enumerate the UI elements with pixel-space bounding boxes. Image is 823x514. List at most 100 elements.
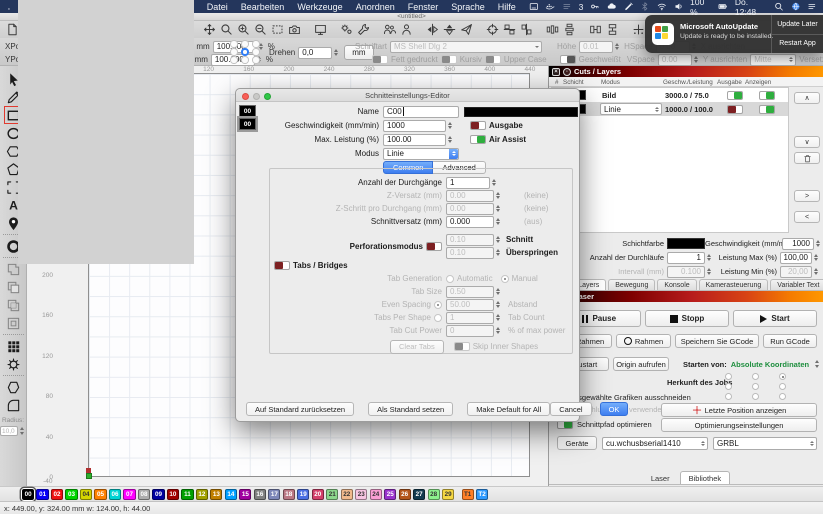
speed-stepper[interactable] xyxy=(814,238,822,250)
even-spacing-field[interactable]: 50.00 xyxy=(446,299,494,311)
notification-center-icon[interactable] xyxy=(807,1,817,12)
mode-select[interactable]: Linie xyxy=(383,148,459,160)
palette-chip-01[interactable]: 01 xyxy=(36,489,48,500)
zoffset-field[interactable]: 0.00 xyxy=(446,190,494,202)
panel-tab-konsole[interactable]: Konsole xyxy=(657,279,696,290)
bold-toggle[interactable] xyxy=(372,55,388,64)
tab-cut-power-stepper[interactable] xyxy=(494,325,502,337)
even-spacing-stepper[interactable] xyxy=(494,299,502,311)
start-from-stepper[interactable] xyxy=(813,358,821,370)
font-height-field[interactable]: 0.01 xyxy=(579,41,613,53)
layer-mode[interactable]: Bild xyxy=(602,91,616,100)
bool-subtract-icon[interactable] xyxy=(4,278,23,296)
palette-chip-29[interactable]: 29 xyxy=(442,489,454,500)
col-index[interactable]: # xyxy=(555,79,559,86)
palette-chip-17[interactable]: 17 xyxy=(268,489,280,500)
passes-stepper[interactable] xyxy=(490,177,498,189)
menu-clock[interactable]: Do. 12:48 xyxy=(735,0,767,17)
layer-color-button[interactable] xyxy=(667,238,705,249)
port-select[interactable]: cu.wchusbserial1410 xyxy=(602,437,708,450)
docker-icon[interactable] xyxy=(545,1,555,12)
kerf-stepper[interactable] xyxy=(494,216,502,228)
frame-circle-button[interactable]: Rahmen xyxy=(616,334,671,348)
font-select[interactable]: MS Shell Dlg 2 xyxy=(390,41,542,53)
layer-down-button[interactable]: ∨ xyxy=(794,136,820,148)
tab-gen-automatic-radio[interactable] xyxy=(446,275,454,283)
tab-size-stepper[interactable] xyxy=(494,286,502,298)
tab-size-field[interactable]: 0.50 xyxy=(446,286,494,298)
interval-field[interactable]: 0.100 xyxy=(667,266,705,278)
menu-sprache[interactable]: Sprache xyxy=(451,2,485,12)
vspace-field[interactable]: 0.00 xyxy=(658,54,692,66)
ok-button[interactable]: OK xyxy=(600,402,629,416)
cloud-icon[interactable] xyxy=(607,1,617,12)
pmax-stepper[interactable] xyxy=(812,252,820,264)
array-grid-icon[interactable] xyxy=(4,337,23,355)
output-toggle[interactable] xyxy=(470,121,486,130)
user-icon[interactable] xyxy=(398,22,415,37)
perforation-skip-field[interactable]: 0.10 xyxy=(446,247,494,259)
palette-chip-08[interactable]: 08 xyxy=(138,489,150,500)
gears-icon[interactable] xyxy=(338,22,355,37)
palette-chip-12[interactable]: 12 xyxy=(196,489,208,500)
pmin-stepper[interactable] xyxy=(812,266,820,278)
round-corner-icon[interactable] xyxy=(4,396,23,414)
dist-v-icon[interactable] xyxy=(561,22,578,37)
palette-chip-15[interactable]: 15 xyxy=(239,489,251,500)
col-layer[interactable]: Schicht xyxy=(563,79,584,86)
save-gcode-button[interactable]: Speichern Sie GCode xyxy=(675,334,759,348)
palette-chip-27[interactable]: 27 xyxy=(413,489,425,500)
uppercase-toggle[interactable] xyxy=(485,55,501,64)
cuts-layers-header[interactable]: × ◦ Cuts / Layers xyxy=(549,66,823,77)
panel-tab-bewegung[interactable]: Bewegung xyxy=(608,279,655,290)
bluetooth-icon[interactable] xyxy=(640,1,650,12)
dlg-maxpower-stepper[interactable] xyxy=(446,134,454,146)
squash-v-icon[interactable] xyxy=(604,22,621,37)
zoom-in-icon[interactable] xyxy=(235,22,252,37)
set-default-button[interactable]: Als Standard setzen xyxy=(368,402,453,416)
palette-chip-23[interactable]: 23 xyxy=(355,489,367,500)
key-icon[interactable] xyxy=(590,1,600,12)
tab-gen-manual-radio[interactable] xyxy=(501,275,509,283)
palette-chip-21[interactable]: 21 xyxy=(326,489,338,500)
perforation-cut-field[interactable]: 0.10 xyxy=(446,234,494,246)
zoom-icon[interactable] xyxy=(218,22,235,37)
devices-button[interactable]: Geräte xyxy=(557,436,597,450)
col-output[interactable]: Ausgabe xyxy=(717,79,742,86)
wifi-icon[interactable] xyxy=(657,1,667,12)
dialog-layer-color-bar[interactable] xyxy=(464,107,578,117)
vspace-stepper[interactable] xyxy=(692,54,700,66)
palette-chip-26[interactable]: 26 xyxy=(399,489,411,500)
tabs-bridges-toggle[interactable] xyxy=(274,261,290,270)
start-button[interactable]: Start xyxy=(733,310,817,327)
spotlight-search-icon[interactable] xyxy=(774,1,784,12)
palette-chip-03[interactable]: 03 xyxy=(65,489,77,500)
yalign-select[interactable]: Mitte xyxy=(750,54,796,66)
stop-button[interactable]: Stopp xyxy=(645,310,729,327)
palette-chip-04[interactable]: 04 xyxy=(80,489,92,500)
cancel-button[interactable]: Cancel xyxy=(550,402,591,416)
flip-v-icon[interactable] xyxy=(441,22,458,37)
reset-default-button[interactable]: Auf Standard zurücksetzen xyxy=(246,402,354,416)
palette-chip-T1[interactable]: T1 xyxy=(462,489,474,500)
interval-stepper[interactable] xyxy=(705,266,713,278)
users-icon[interactable] xyxy=(381,22,398,37)
layer-delete-button[interactable] xyxy=(794,152,820,164)
palette-chip-14[interactable]: 14 xyxy=(225,489,237,500)
palette-chip-18[interactable]: 18 xyxy=(283,489,295,500)
squash-h-icon[interactable] xyxy=(587,22,604,37)
dlg-maxpower-field[interactable]: 100.00 xyxy=(383,134,446,146)
bool-intersect-icon[interactable] xyxy=(4,296,23,314)
rotate-field[interactable]: 0,0 xyxy=(298,47,332,59)
layer-row-bild[interactable]: Bild 3000.0 / 75.0 xyxy=(552,88,788,102)
perforation-cut-stepper[interactable] xyxy=(494,234,502,246)
bool-inner-icon[interactable] xyxy=(4,314,23,332)
palette-chip-22[interactable]: 22 xyxy=(341,489,353,500)
dist-h-icon[interactable] xyxy=(544,22,561,37)
window-manager-icon[interactable] xyxy=(529,1,539,12)
wrench-icon[interactable] xyxy=(355,22,372,37)
show-last-position-button[interactable]: Letzte Position anzeigen xyxy=(661,403,817,417)
name-field[interactable]: C00 xyxy=(383,106,459,118)
palette-chip-05[interactable]: 05 xyxy=(94,489,106,500)
passes-field[interactable]: 1 xyxy=(667,252,705,264)
